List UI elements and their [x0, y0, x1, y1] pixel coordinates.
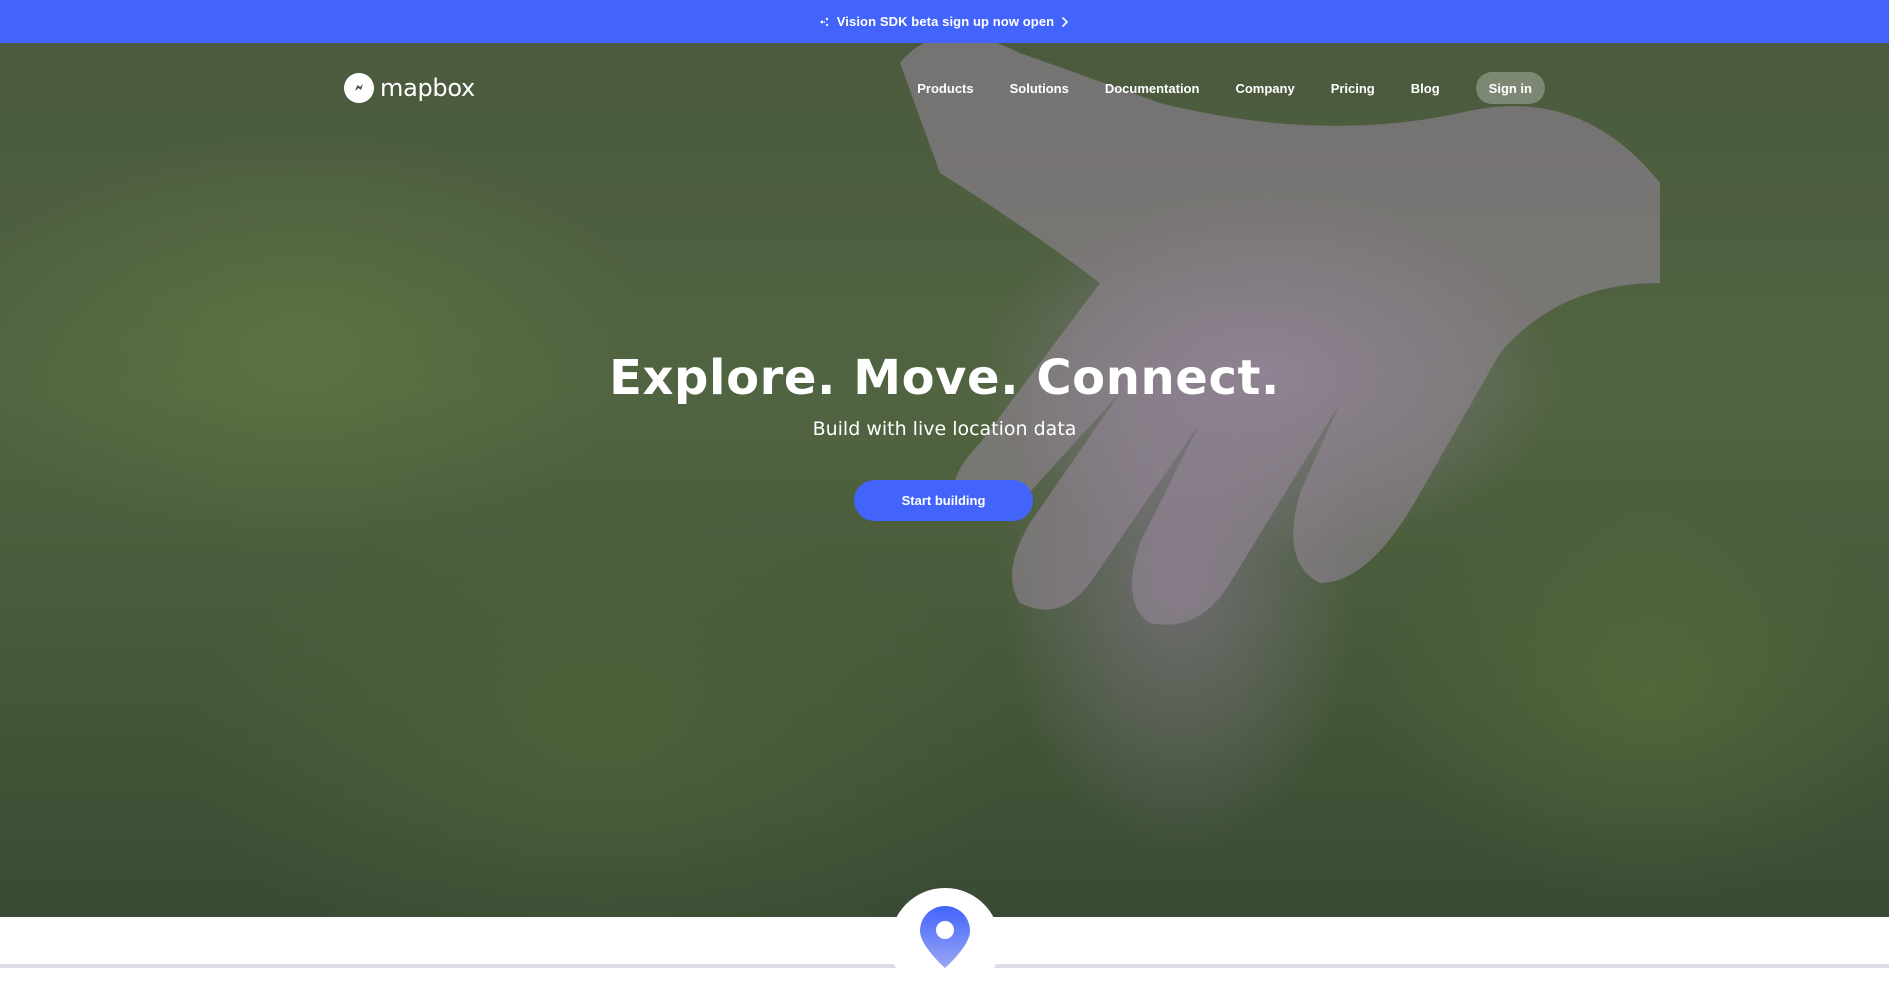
nav-solutions[interactable]: Solutions — [1010, 81, 1069, 96]
sparkle-icon — [820, 17, 830, 27]
nav-products[interactable]: Products — [917, 81, 973, 96]
nav-blog[interactable]: Blog — [1411, 81, 1440, 96]
top-navigation: mapbox Products Solutions Documentation … — [0, 43, 1889, 131]
mapbox-logo[interactable]: mapbox — [344, 72, 475, 104]
hero-subheadline: Build with live location data — [812, 418, 1077, 440]
nav-company[interactable]: Company — [1235, 81, 1294, 96]
mapbox-logo-icon — [344, 73, 374, 103]
sign-in-button[interactable]: Sign in — [1475, 72, 1545, 104]
announcement-banner[interactable]: Vision SDK beta sign up now open — [0, 0, 1889, 43]
location-pin-icon — [920, 906, 970, 973]
start-building-button[interactable]: Start building — [854, 480, 1033, 521]
logo-wordmark: mapbox — [380, 74, 475, 102]
nav-links: Products Solutions Documentation Company… — [917, 72, 1545, 104]
nav-documentation[interactable]: Documentation — [1105, 81, 1200, 96]
nav-pricing[interactable]: Pricing — [1331, 81, 1375, 96]
hero-headline: Explore. Move. Connect. — [609, 350, 1280, 406]
banner-text: Vision SDK beta sign up now open — [836, 14, 1055, 29]
chevron-right-icon — [1061, 16, 1069, 27]
